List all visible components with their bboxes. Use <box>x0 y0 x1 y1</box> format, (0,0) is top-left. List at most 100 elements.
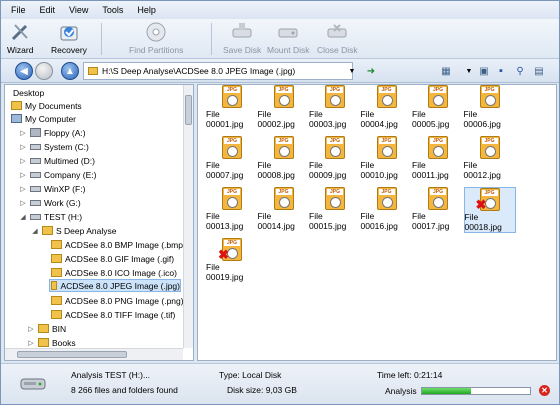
menu-file[interactable]: File <box>9 4 28 16</box>
expand-arrow-icon[interactable]: ▷ <box>19 171 27 179</box>
close-disk-button[interactable]: Close Disk <box>317 21 358 55</box>
computer-icon <box>11 114 22 123</box>
back-button[interactable]: ◀ <box>15 62 33 80</box>
expand-arrow-icon[interactable]: ▷ <box>19 157 27 165</box>
file-item[interactable]: JPG File 00013.jpg <box>206 187 258 231</box>
tree-item-jpeg[interactable]: ACDSee 8.0 JPEG Image (.jpg) <box>49 279 181 292</box>
find-partitions-button[interactable]: Find Partitions <box>129 21 183 55</box>
menu-edit[interactable]: Edit <box>38 4 58 16</box>
files-found-count: 8 266 files and folders found <box>71 385 178 395</box>
file-item[interactable]: JPG File 00002.jpg <box>258 85 310 129</box>
close-disk-icon <box>326 21 348 43</box>
tree-item-multimed[interactable]: ▷ Multimed (D:) <box>19 154 95 167</box>
view-dropdown-button[interactable]: ▼ <box>461 63 477 79</box>
menu-view[interactable]: View <box>67 4 90 16</box>
tree-item-label: Books <box>52 337 76 348</box>
tree-item-test[interactable]: ◢ TEST (H:) <box>19 210 82 223</box>
file-item[interactable]: JPG File 00008.jpg <box>258 136 310 180</box>
chevron-down-icon: ▼ <box>348 67 356 75</box>
jpg-file-icon: JPG ✖ <box>476 188 502 212</box>
file-item[interactable]: JPG File 00003.jpg <box>309 85 361 129</box>
tree-item-s-deep-analyse[interactable]: ◢ S Deep Analyse <box>31 224 116 237</box>
expand-arrow-icon[interactable]: ▷ <box>19 143 27 151</box>
collapse-arrow-icon[interactable]: ◢ <box>19 213 27 221</box>
cancel-analysis-button[interactable]: ✕ <box>539 385 550 396</box>
file-name: File 00004.jpg <box>360 109 398 129</box>
file-item[interactable]: JPG ✖ File 00018.jpg <box>463 187 516 233</box>
path-field[interactable]: H:\S Deep Analyse\ACDSee 8.0 JPEG Image … <box>83 62 353 80</box>
preview-button[interactable]: ▣ <box>476 63 492 79</box>
mount-disk-label: Mount Disk <box>267 45 310 55</box>
tree-item-desktop[interactable]: Desktop <box>7 86 44 99</box>
file-item[interactable]: JPG File 00010.jpg <box>361 136 413 180</box>
filter-button[interactable]: ▤ <box>531 63 547 79</box>
tree-item-work[interactable]: ▷ Work (G:) <box>19 196 80 209</box>
tree-item-label: S Deep Analyse <box>56 225 117 236</box>
tree-item-png[interactable]: ACDSee 8.0 PNG Image (.png) <box>51 294 184 307</box>
tree-item-tif[interactable]: ACDSee 8.0 TIFF Image (.tif) <box>51 308 175 321</box>
file-item[interactable]: JPG File 00011.jpg <box>412 136 464 180</box>
tree-item-my-documents[interactable]: My Documents <box>11 99 82 112</box>
tree-vertical-scrollbar[interactable] <box>183 85 193 348</box>
recovery-button[interactable]: Recovery <box>51 21 87 55</box>
file-item[interactable]: JPG File 00016.jpg <box>361 187 413 231</box>
path-dropdown-button[interactable]: ▼ <box>344 63 360 79</box>
tree-item-bin[interactable]: ▷ BIN <box>27 322 66 335</box>
folder-icon <box>51 281 58 290</box>
expand-arrow-icon[interactable]: ▷ <box>27 339 35 347</box>
folder-tree: Desktop My Documents My Computer ▷ Flopp… <box>4 84 194 361</box>
search-icon: ⚲ <box>516 65 524 77</box>
tree-item-company[interactable]: ▷ Company (E:) <box>19 168 96 181</box>
jpg-file-icon: JPG <box>426 187 450 211</box>
tree-item-system[interactable]: ▷ System (C:) <box>19 140 89 153</box>
go-button[interactable]: ➜ <box>363 63 379 79</box>
file-item[interactable]: JPG File 00012.jpg <box>464 136 516 180</box>
close-icon: ✕ <box>541 386 548 395</box>
jpg-file-icon: JPG <box>272 136 296 160</box>
tree-item-label: TEST (H:) <box>44 211 83 222</box>
file-item[interactable]: JPG File 00001.jpg <box>206 85 258 129</box>
file-item[interactable]: JPG ✖ File 00019.jpg <box>206 238 258 282</box>
file-item[interactable]: JPG File 00005.jpg <box>412 85 464 129</box>
analysis-label: Analysis <box>385 386 417 396</box>
file-list-pane: JPG File 00001.jpg JPG File 00002.jpg JPG Fil… <box>197 84 557 361</box>
save-disk-button[interactable]: Save Disk <box>223 21 261 55</box>
tree-item-gif[interactable]: ACDSee 8.0 GIF Image (.gif) <box>51 252 174 265</box>
mount-disk-button[interactable]: Mount Disk <box>267 21 310 55</box>
view-mode-button[interactable]: ▦ <box>438 63 454 79</box>
scrollbar-thumb[interactable] <box>185 95 192 125</box>
wizard-button[interactable]: Wizard <box>7 21 33 55</box>
menu-tools[interactable]: Tools <box>100 4 125 16</box>
find-button[interactable]: ⚲ <box>512 63 528 79</box>
expand-arrow-icon[interactable]: ▷ <box>27 325 35 333</box>
scrollbar-thumb[interactable] <box>17 351 127 358</box>
progress-fill <box>422 388 471 394</box>
menu-help[interactable]: Help <box>135 4 158 16</box>
tree-item-my-computer[interactable]: My Computer <box>11 112 76 125</box>
file-item[interactable]: JPG File 00009.jpg <box>309 136 361 180</box>
tree-item-winxp[interactable]: ▷ WinXP (F:) <box>19 182 85 195</box>
tree-item-floppy[interactable]: ▷ Floppy (A:) <box>19 126 85 139</box>
file-item[interactable]: JPG File 00015.jpg <box>309 187 361 231</box>
expand-arrow-icon[interactable]: ▷ <box>19 185 27 193</box>
forward-button[interactable] <box>35 62 53 80</box>
recovery-icon <box>58 21 80 43</box>
file-item[interactable]: JPG File 00004.jpg <box>361 85 413 129</box>
disk-size: Disk size: 9,03 GB <box>227 385 297 395</box>
tree-item-bmp[interactable]: ACDSee 8.0 BMP Image (.bmp) <box>51 238 186 251</box>
tree-horizontal-scrollbar[interactable] <box>5 348 183 360</box>
file-item[interactable]: JPG File 00014.jpg <box>258 187 310 231</box>
file-item[interactable]: JPG File 00017.jpg <box>412 187 464 231</box>
expand-arrow-icon[interactable]: ▷ <box>19 129 27 137</box>
expand-arrow-icon[interactable]: ▷ <box>19 199 27 207</box>
mount-disk-icon <box>277 21 299 43</box>
tree-item-ico[interactable]: ACDSee 8.0 ICO Image (.ico) <box>51 266 177 279</box>
up-button[interactable]: ▲ <box>61 62 79 80</box>
file-item[interactable]: JPG File 00007.jpg <box>206 136 258 180</box>
jpg-file-icon: JPG <box>220 136 244 160</box>
file-item[interactable]: JPG File 00006.jpg <box>464 85 516 129</box>
folder-icon <box>38 338 49 347</box>
save-button[interactable]: ▪ <box>493 63 509 79</box>
collapse-arrow-icon[interactable]: ◢ <box>31 227 39 235</box>
jpg-file-icon: JPG <box>478 85 502 109</box>
